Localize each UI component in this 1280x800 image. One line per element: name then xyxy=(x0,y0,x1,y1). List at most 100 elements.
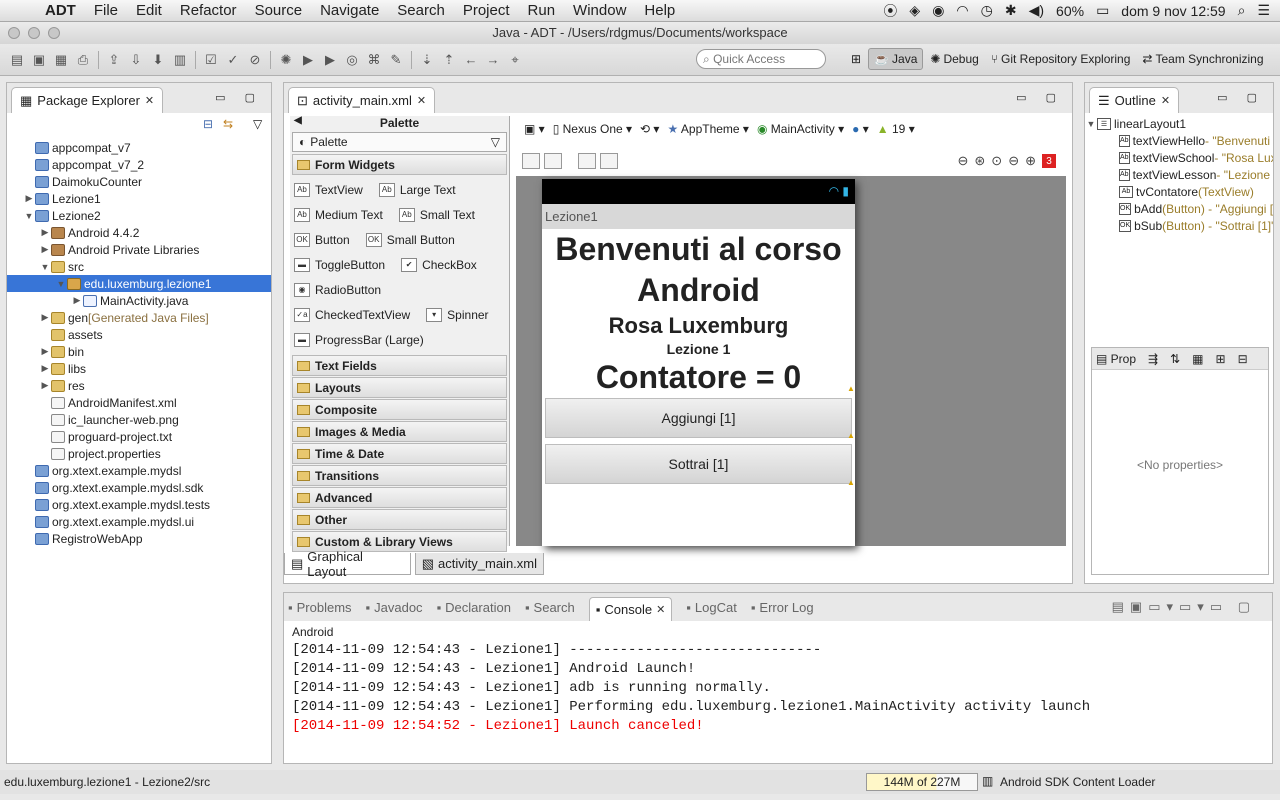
tab-package-explorer[interactable]: ▦ Package Explorer ✕ xyxy=(11,87,164,113)
back-icon[interactable]: ← xyxy=(460,50,482,70)
error-count-badge[interactable]: 3 xyxy=(1042,154,1056,168)
quick-access-input[interactable]: ⌕ Quick Access xyxy=(696,49,826,69)
tasks-icon[interactable]: ☑ xyxy=(200,50,222,70)
tree-item[interactable]: ▼ edu.luxemburg.lezione1 xyxy=(7,275,271,292)
tree-item[interactable]: appcompat_v7_2 xyxy=(7,156,271,173)
tree-item[interactable]: ▶ gen [Generated Java Files] xyxy=(7,309,271,326)
add-button-preview[interactable]: Aggiungi [1] xyxy=(545,398,852,438)
export-icon[interactable]: ⇪ xyxy=(103,50,125,70)
new-class-icon[interactable]: ◎ xyxy=(341,50,363,70)
clear-console-icon[interactable]: ▤ xyxy=(1112,599,1130,614)
close-icon[interactable]: ✕ xyxy=(417,94,426,107)
zoom-actual-icon[interactable]: ⊙ xyxy=(991,153,1002,169)
tab-properties[interactable]: ▤ Prop xyxy=(1096,352,1136,366)
console-output[interactable]: [2014-11-09 12:54:43 - Lezione1] -------… xyxy=(284,641,1272,736)
fill-width-icon[interactable] xyxy=(578,153,596,169)
save-all-icon[interactable]: ▦ xyxy=(50,50,72,70)
text-view-counter[interactable]: Contatore = 0 xyxy=(542,359,855,396)
tree-item[interactable]: ▶ libs xyxy=(7,360,271,377)
category-form-widgets[interactable]: Form Widgets xyxy=(292,154,507,175)
palette-category[interactable]: Transitions xyxy=(292,465,507,486)
tab-search[interactable]: ▪ Search xyxy=(525,600,575,615)
tree-item[interactable]: assets xyxy=(7,326,271,343)
time-machine-icon[interactable]: ◷ xyxy=(981,2,993,19)
spotlight-icon[interactable]: ⌕ xyxy=(1238,2,1246,19)
tree-item[interactable]: RegistroWebApp xyxy=(7,530,271,547)
palette-category[interactable]: Layouts xyxy=(292,377,507,398)
close-icon[interactable]: ✕ xyxy=(1161,94,1170,107)
twisty-icon[interactable]: ▼ xyxy=(39,262,51,272)
evernote-icon[interactable]: ◈ xyxy=(909,2,920,19)
tree-item[interactable]: ▼ Lezione2 xyxy=(7,207,271,224)
tree-item[interactable]: ▼ src xyxy=(7,258,271,275)
collapse-all-icon[interactable]: ⊟ xyxy=(1238,352,1248,366)
layout-canvas[interactable]: ◠ ▮ Lezione1 Benvenuti al corso Android … xyxy=(516,176,1066,546)
menu-project[interactable]: Project xyxy=(454,2,519,19)
palette-widget[interactable]: Ab Medium Text xyxy=(294,207,383,222)
run-external-icon[interactable]: ▶ xyxy=(319,50,341,70)
tree-item[interactable]: org.xtext.example.mydsl.sdk xyxy=(7,479,271,496)
palette-widget[interactable]: Ab Large Text xyxy=(378,182,456,197)
tab-console[interactable]: ▪ Console ✕ xyxy=(588,597,673,621)
tab-error-log[interactable]: ▪ Error Log xyxy=(751,600,814,615)
skip-breakpoints-icon[interactable]: ⊘ xyxy=(244,50,266,70)
text-view-hello[interactable]: Benvenuti al corso Android xyxy=(542,229,855,311)
editor-minmax[interactable]: ▭ ▢ xyxy=(1016,91,1064,104)
palette-widget[interactable]: Ab Small Text xyxy=(398,207,475,222)
view-minmax[interactable]: ▭ ▢ xyxy=(215,91,263,104)
next-annotation-icon[interactable]: ⇣ xyxy=(416,50,438,70)
theme-chooser[interactable]: ★ AppTheme ▾ xyxy=(667,122,749,136)
lint-icon[interactable]: ✓ xyxy=(222,50,244,70)
view-menu-icon[interactable]: ▽ xyxy=(253,117,262,131)
menu-help[interactable]: Help xyxy=(635,2,684,19)
close-icon[interactable]: ✕ xyxy=(656,603,665,616)
zoom-out-icon[interactable]: ⊖ xyxy=(957,153,968,169)
twisty-icon[interactable]: ▼ xyxy=(55,279,67,289)
orientation-chooser[interactable]: ⟲ ▾ xyxy=(640,122,659,136)
outline-item[interactable]: AbtextViewLesson - "Lezione 1" xyxy=(1085,166,1273,183)
sort-icon[interactable]: ⇅ xyxy=(1170,352,1180,366)
avd-manager-icon[interactable]: ▥ xyxy=(169,50,191,70)
outline-item[interactable]: OKbAdd (Button) - "Aggiungi [1]" xyxy=(1085,200,1273,217)
open-perspective-icon[interactable]: ⊞ xyxy=(846,49,866,69)
menu-source[interactable]: Source xyxy=(246,2,312,19)
zoom-window-button[interactable] xyxy=(48,27,60,39)
outline-root[interactable]: ▼ ☰ linearLayout1 xyxy=(1085,115,1273,132)
expand-all-icon[interactable]: ⊞ xyxy=(1216,352,1226,366)
outline-item[interactable]: Ab tvContatore (TextView) xyxy=(1085,183,1273,200)
config-chooser-icon[interactable]: ▣ ▾ xyxy=(524,122,545,136)
palette-widget[interactable]: ▾ Spinner xyxy=(426,307,489,322)
outline-item[interactable]: OK bSub (Button) - "Sottrai [1]" xyxy=(1085,217,1273,234)
tab-declaration[interactable]: ▪ Declaration xyxy=(437,600,511,615)
tab-problems[interactable]: ▪ Problems xyxy=(288,600,352,615)
heap-status[interactable]: 144M of 227M xyxy=(866,773,978,791)
twisty-icon[interactable]: ▶ xyxy=(39,346,51,357)
save-icon[interactable]: ▣ xyxy=(28,50,50,70)
vertical-layout-icon[interactable] xyxy=(544,153,562,169)
palette-category[interactable]: Other xyxy=(292,509,507,530)
menu-window[interactable]: Window xyxy=(564,2,635,19)
tree-item[interactable]: org.xtext.example.mydsl.tests xyxy=(7,496,271,513)
trash-icon[interactable]: ▥ xyxy=(982,774,993,788)
show-advanced-icon[interactable]: ⇶ xyxy=(1148,352,1158,366)
tree-item[interactable]: project.properties xyxy=(7,445,271,462)
palette-widget[interactable]: OK Button xyxy=(294,232,350,247)
link-editor-icon[interactable]: ⇆ xyxy=(223,117,233,131)
locale-chooser[interactable]: ● ▾ xyxy=(852,122,869,136)
tree-item[interactable]: proguard-project.txt xyxy=(7,428,271,445)
text-view-lesson[interactable]: Lezione 1 xyxy=(542,341,855,357)
tab-logcat[interactable]: ▪ LogCat xyxy=(686,600,737,615)
perspective-git[interactable]: ⑂ Git Repository Exploring xyxy=(986,49,1136,69)
menu-file[interactable]: File xyxy=(85,2,127,19)
menu-refactor[interactable]: Refactor xyxy=(171,2,246,19)
palette-category[interactable]: Time & Date xyxy=(292,443,507,464)
palette-category[interactable]: Text Fields xyxy=(292,355,507,376)
volume-icon[interactable]: ◀) xyxy=(1029,2,1044,19)
menu-search[interactable]: Search xyxy=(388,2,454,19)
tree-item[interactable]: ▶ res xyxy=(7,377,271,394)
perspective-java[interactable]: ☕ Java xyxy=(868,48,924,70)
palette-widget[interactable]: ◉ RadioButton xyxy=(294,282,381,297)
search-toolbar-icon[interactable]: ✎ xyxy=(385,50,407,70)
clock[interactable]: dom 9 nov 12:59 xyxy=(1121,3,1225,19)
text-view-school[interactable]: Rosa Luxemburg xyxy=(542,313,855,339)
